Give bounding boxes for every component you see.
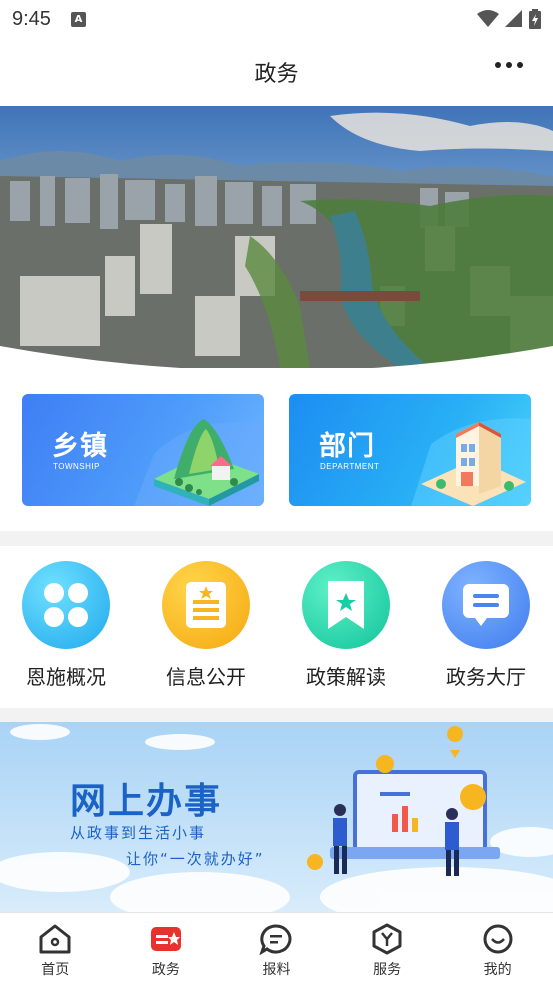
home-icon: [39, 924, 71, 954]
township-card-title: 乡镇: [52, 431, 108, 462]
app-screen: 9:45 A 政务 乡镇 TOWNSHIP 部门 DEPARTMENT 恩施概况…: [0, 0, 553, 984]
tab-profile[interactable]: 我的: [442, 913, 553, 984]
document-icon: [162, 561, 250, 649]
tab-label: 首页: [41, 962, 70, 978]
building-icon: [411, 418, 531, 506]
department-card-subtitle: DEPARTMENT: [320, 462, 380, 471]
online-service-banner[interactable]: 网上办事 从政事到生活小事 让你“一次就办好”: [0, 722, 553, 912]
promo-title: 网上办事: [70, 781, 223, 822]
profile-icon: [483, 924, 513, 954]
notification-icon: A: [70, 11, 86, 27]
grid-item-policy-interpretation[interactable]: 政策解读: [291, 561, 401, 690]
nav-header: 政务: [0, 38, 553, 106]
status-indicators: [477, 9, 541, 29]
tab-label: 报料: [262, 962, 291, 978]
tab-label: 服务: [373, 962, 402, 978]
bookmark-star-icon: [302, 561, 390, 649]
status-bar: 9:45 A: [0, 0, 553, 38]
township-card[interactable]: 乡镇 TOWNSHIP: [22, 394, 264, 506]
tab-report[interactable]: 报料: [221, 913, 332, 984]
mountain-house-icon: [134, 419, 264, 506]
grid-label: 政策解读: [306, 665, 386, 689]
tab-label: 我的: [483, 962, 512, 978]
battery-icon: [529, 9, 541, 29]
page-title: 政务: [254, 62, 299, 87]
department-card[interactable]: 部门 DEPARTMENT: [289, 394, 531, 506]
message-icon: [259, 924, 292, 955]
wifi-icon: [477, 10, 499, 27]
service-icon: [372, 923, 402, 955]
grid-item-enshi-overview[interactable]: 恩施概况: [11, 561, 121, 690]
signal-icon: [505, 10, 522, 27]
city-banner-image[interactable]: [0, 106, 553, 368]
more-dots-icon[interactable]: [495, 62, 523, 68]
grid-label: 政务大厅: [446, 665, 526, 689]
service-icon-grid: 恩施概况 信息公开 政策解读 政务大厅: [0, 546, 553, 708]
tab-service[interactable]: 服务: [332, 913, 443, 984]
grid-label: 信息公开: [166, 665, 246, 689]
government-icon: [150, 927, 181, 951]
tab-government[interactable]: 政务: [111, 913, 222, 984]
chat-icon: [442, 561, 530, 649]
department-card-title: 部门: [319, 431, 375, 462]
grid-label: 恩施概况: [26, 665, 106, 689]
category-cards: 乡镇 TOWNSHIP 部门 DEPARTMENT: [0, 368, 553, 531]
promo-line2: 让你“一次就办好”: [126, 850, 265, 868]
status-time: 9:45: [12, 7, 51, 30]
tab-home[interactable]: 首页: [0, 913, 111, 984]
bottom-tab-bar: 首页 政务 报料 服务 我的: [0, 912, 553, 984]
clover-icon: [22, 561, 110, 649]
township-card-subtitle: TOWNSHIP: [53, 462, 100, 471]
grid-item-government-hall[interactable]: 政务大厅: [431, 561, 541, 690]
promo-line1: 从政事到生活小事: [70, 824, 207, 842]
tab-label: 政务: [151, 962, 180, 978]
grid-item-info-disclosure[interactable]: 信息公开: [151, 561, 261, 690]
